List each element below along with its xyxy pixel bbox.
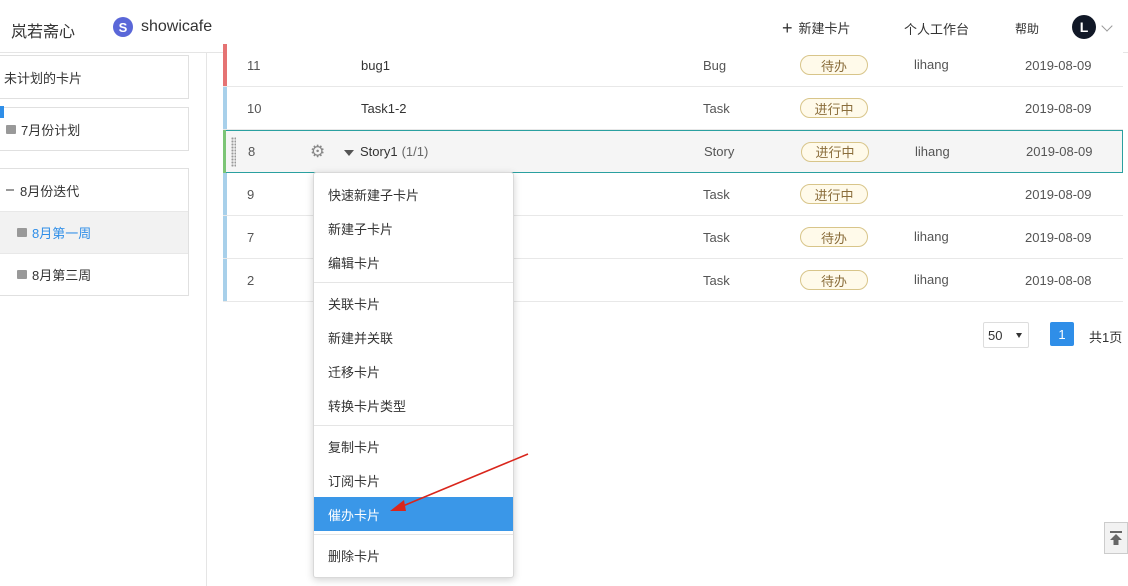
row-color-bar <box>223 259 227 301</box>
status-badge[interactable]: 进行中 <box>801 141 869 162</box>
sidebar: 未计划的卡片 7月份计划 8月份迭代 8月第一周 8月第三周 <box>0 53 207 586</box>
avatar[interactable]: L <box>1072 15 1096 39</box>
card-number: 10 <box>247 100 262 116</box>
card-title[interactable]: Task1-2 <box>361 101 407 116</box>
menu-item-subscribe[interactable]: 订阅卡片 <box>314 463 513 497</box>
card-type: Story <box>704 144 735 159</box>
project-badge: S <box>113 17 133 37</box>
card-date: 2019-08-08 <box>1025 272 1092 288</box>
sidebar-item-label: 未计划的卡片 <box>4 70 83 86</box>
sidebar-item-label: 8月第一周 <box>32 226 92 241</box>
help-link[interactable]: 帮助 <box>1015 20 1039 37</box>
sidebar-item-aug-week1[interactable]: 8月第一周 <box>0 211 188 253</box>
row-color-bar <box>223 87 227 129</box>
sidebar-box-july: 7月份计划 <box>0 106 189 151</box>
card-owner[interactable]: lihang <box>914 229 949 244</box>
caret-down-icon[interactable] <box>344 150 354 156</box>
status-badge[interactable]: 待办 <box>800 270 868 290</box>
gear-icon[interactable]: ⚙ <box>310 143 326 160</box>
menu-item-new-child[interactable]: 新建子卡片 <box>314 211 513 245</box>
menu-item-urge[interactable]: 催办卡片 <box>314 497 513 531</box>
card-type: Task <box>703 229 730 245</box>
card-date: 2019-08-09 <box>1025 229 1092 245</box>
page-size-value: 50 <box>988 327 1003 343</box>
folder-icon <box>17 228 27 237</box>
card-title-text: Story1 <box>360 144 398 159</box>
workspace-link[interactable]: 个人工作台 <box>904 19 969 38</box>
menu-divider <box>314 425 513 426</box>
card-type: Task <box>703 100 730 116</box>
menu-divider <box>314 534 513 535</box>
sidebar-box-august: 8月份迭代 8月第一周 8月第三周 <box>0 168 189 296</box>
card-number: 9 <box>247 186 255 202</box>
card-number: 11 <box>247 57 261 73</box>
menu-item-link[interactable]: 关联卡片 <box>314 286 513 320</box>
menu-item-new-and-link[interactable]: 新建并关联 <box>314 320 513 354</box>
menu-divider <box>314 282 513 283</box>
child-count: (1/1) <box>401 144 429 159</box>
card-date: 2019-08-09 <box>1026 144 1093 159</box>
menu-item-quick-new-child[interactable]: 快速新建子卡片 <box>314 177 513 211</box>
status-badge[interactable]: 进行中 <box>800 98 868 118</box>
card-context-menu: 快速新建子卡片 新建子卡片 编辑卡片 关联卡片 新建并关联 迁移卡片 转换卡片类… <box>313 172 514 578</box>
collapse-icon[interactable] <box>6 189 14 191</box>
arrow-up-icon <box>1110 531 1122 545</box>
sidebar-item-label: 8月份迭代 <box>20 183 80 199</box>
table-row[interactable]: 11 bug1 Bug 待办 lihang 2019-08-09 <box>223 44 1123 87</box>
card-number: 2 <box>247 272 255 288</box>
brand-name[interactable]: 岚若斋心 <box>11 18 75 42</box>
sidebar-item-july-plan[interactable]: 7月份计划 <box>0 106 188 150</box>
menu-item-copy[interactable]: 复制卡片 <box>314 429 513 463</box>
page-button-current[interactable]: 1 <box>1050 322 1074 346</box>
card-date: 2019-08-09 <box>1025 57 1092 73</box>
sidebar-item-aug-week3[interactable]: 8月第三周 <box>0 253 188 295</box>
plus-icon: + <box>782 17 793 38</box>
row-color-bar <box>223 216 227 258</box>
project-name: showicafe <box>141 18 213 35</box>
new-card-label: 新建卡片 <box>798 21 851 36</box>
chevron-down-icon[interactable] <box>1101 20 1113 32</box>
status-badge[interactable]: 进行中 <box>800 184 868 204</box>
table-row-selected[interactable]: 8 ⚙ Story1 (1/1) Story 进行中 lihang 2019-08… <box>223 130 1123 173</box>
card-type: Bug <box>703 57 727 73</box>
card-owner[interactable]: lihang <box>914 57 949 72</box>
sidebar-box-unplanned: 未计划的卡片 <box>0 55 189 99</box>
card-owner[interactable]: lihang <box>915 144 950 159</box>
page-size-select[interactable]: 50 <box>983 322 1029 348</box>
card-title[interactable]: bug1 <box>361 58 390 73</box>
sidebar-item-label: 7月份计划 <box>21 122 81 138</box>
drag-handle-icon[interactable] <box>231 137 236 167</box>
selected-marker <box>0 106 4 118</box>
sidebar-item-unplanned[interactable]: 未计划的卡片 <box>0 56 188 98</box>
row-color-bar <box>223 130 226 173</box>
folder-icon <box>17 270 27 279</box>
folder-icon <box>6 124 16 134</box>
back-to-top-button[interactable] <box>1104 522 1128 554</box>
card-date: 2019-08-09 <box>1025 186 1092 202</box>
status-badge[interactable]: 待办 <box>800 55 868 75</box>
sidebar-item-label: 8月第三周 <box>32 268 92 283</box>
menu-item-migrate[interactable]: 迁移卡片 <box>314 354 513 388</box>
new-card-button[interactable]: + 新建卡片 <box>782 18 851 37</box>
card-number: 8 <box>248 144 256 159</box>
card-number: 7 <box>247 229 255 245</box>
sidebar-item-aug-iteration[interactable]: 8月份迭代 <box>0 169 188 211</box>
caret-down-icon <box>1016 333 1022 338</box>
menu-item-edit[interactable]: 编辑卡片 <box>314 245 513 279</box>
status-badge[interactable]: 待办 <box>800 227 868 247</box>
page-total: 共1页 <box>1089 330 1123 345</box>
card-date: 2019-08-09 <box>1025 100 1092 116</box>
card-type: Task <box>703 272 730 288</box>
card-owner[interactable]: lihang <box>914 272 949 287</box>
card-type: Task <box>703 186 730 202</box>
menu-item-delete[interactable]: 删除卡片 <box>314 538 513 572</box>
row-color-bar <box>223 173 227 215</box>
menu-item-convert-type[interactable]: 转换卡片类型 <box>314 388 513 422</box>
row-color-bar <box>223 44 227 86</box>
card-title[interactable]: Story1 (1/1) <box>360 144 428 159</box>
table-row[interactable]: 10 Task1-2 Task 进行中 2019-08-09 <box>223 87 1123 130</box>
project-switcher[interactable]: S showicafe <box>113 17 212 37</box>
